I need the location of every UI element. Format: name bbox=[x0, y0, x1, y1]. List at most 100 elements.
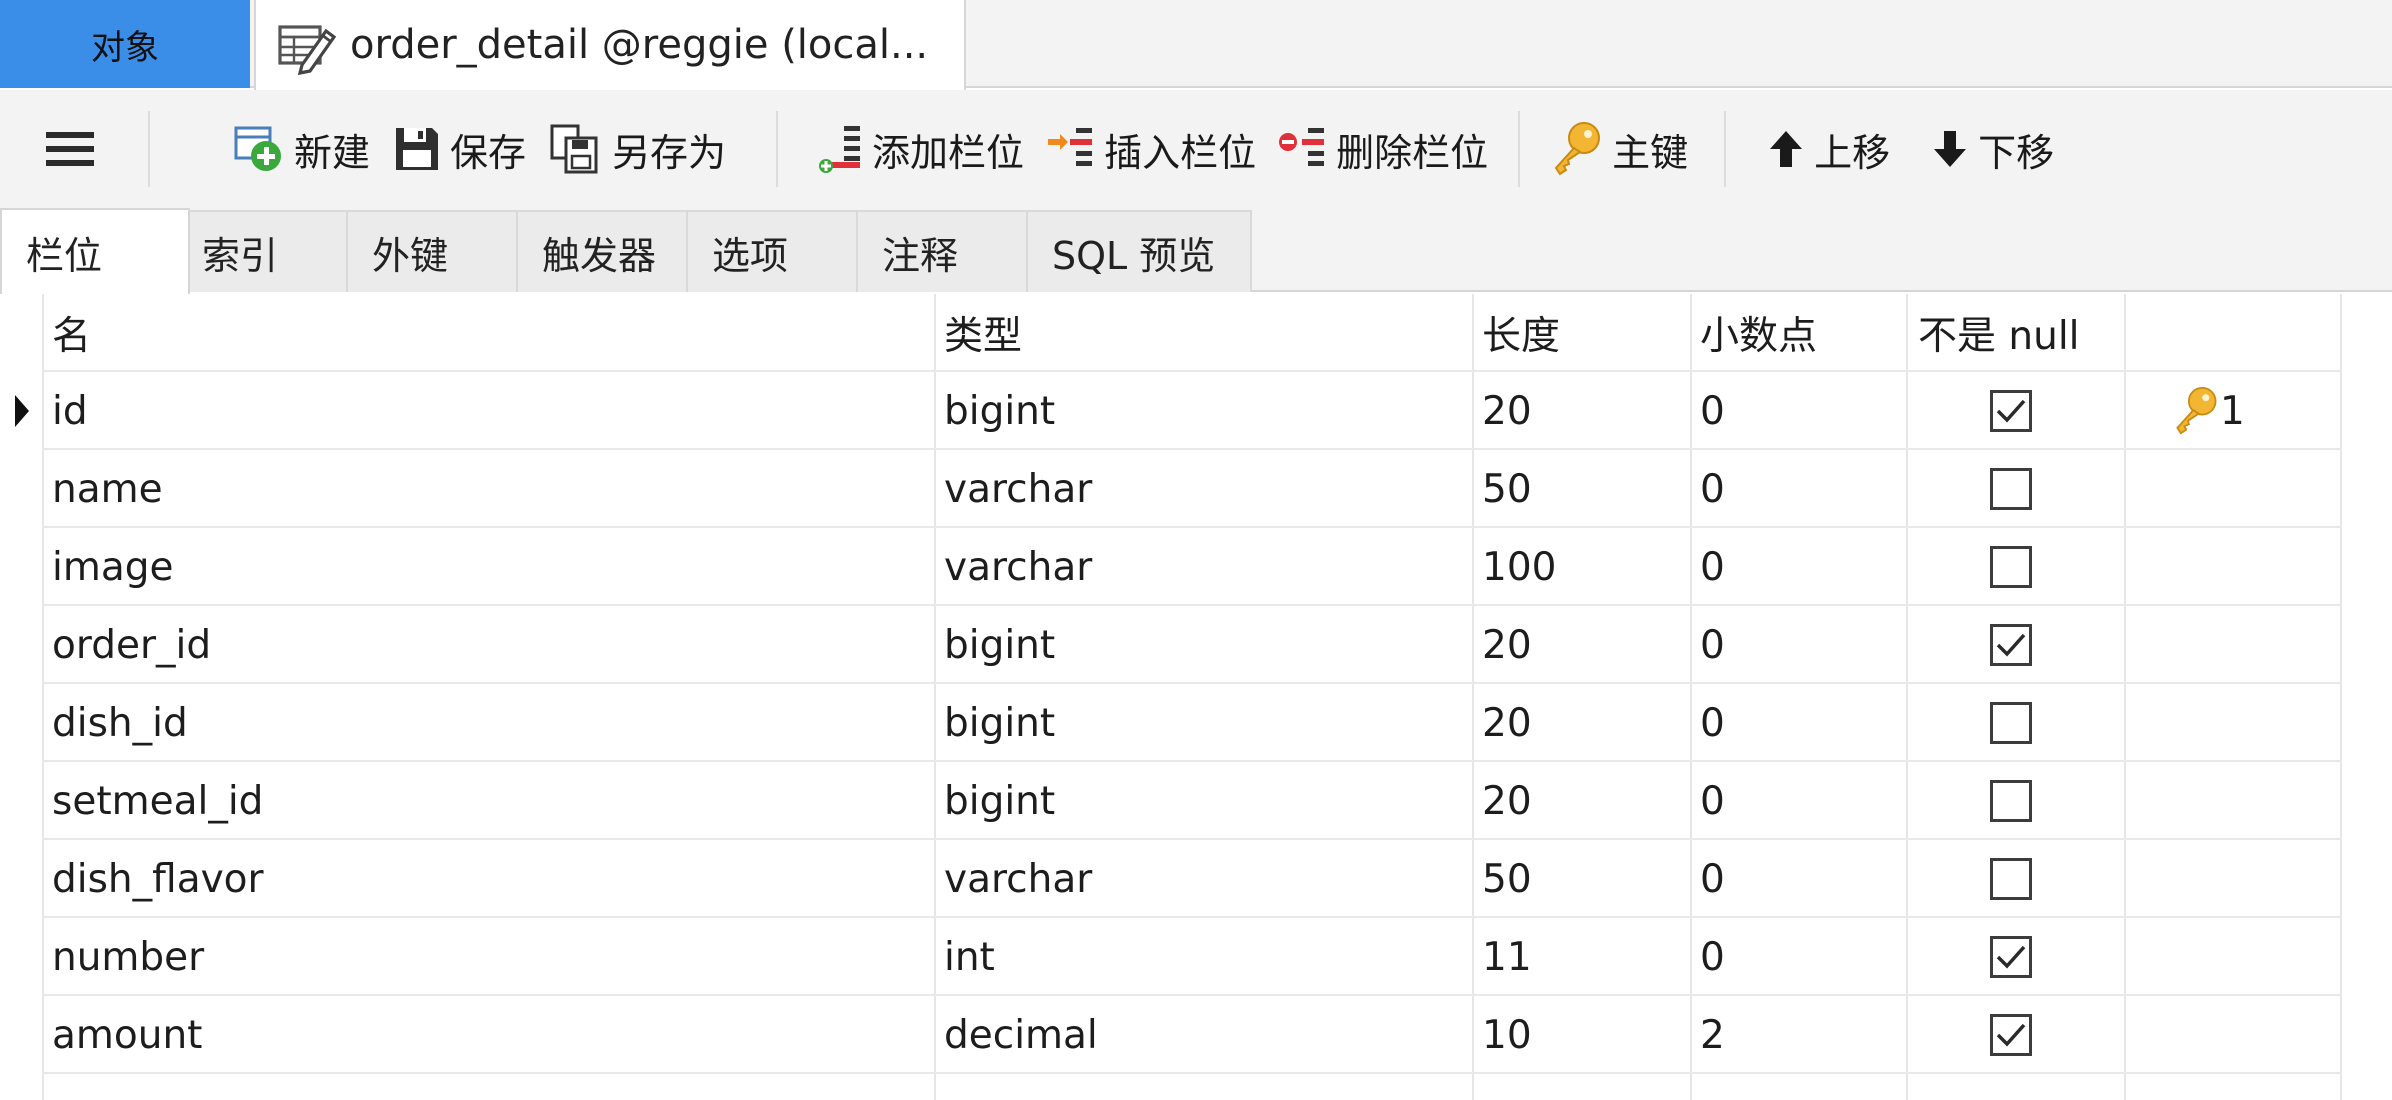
new-button[interactable]: 新建 bbox=[232, 109, 370, 189]
field-name-cell[interactable]: order_id bbox=[52, 606, 211, 684]
field-row[interactable]: setmeal_id bigint 20 0 bbox=[0, 762, 2392, 840]
subtab-triggers[interactable]: 触发器 bbox=[516, 210, 690, 292]
field-name-cell[interactable]: dish_id bbox=[52, 684, 188, 762]
current-row-arrow-icon bbox=[15, 395, 29, 427]
field-length-cell[interactable]: 11 bbox=[1482, 918, 1532, 996]
not-null-cell bbox=[1990, 996, 2032, 1074]
field-decimals-cell[interactable]: 0 bbox=[1700, 918, 1725, 996]
field-type-cell[interactable]: bigint bbox=[944, 762, 1055, 840]
field-length-cell[interactable]: 20 bbox=[1482, 606, 1532, 684]
not-null-checkbox[interactable] bbox=[1990, 390, 2032, 432]
field-length-cell[interactable]: 20 bbox=[1482, 684, 1532, 762]
tab-table-design[interactable]: order_detail @reggie (local... bbox=[254, 0, 966, 90]
field-row[interactable]: image varchar 100 0 bbox=[0, 528, 2392, 606]
field-name-cell[interactable]: amount bbox=[52, 996, 202, 1074]
field-name-cell[interactable]: name bbox=[52, 450, 163, 528]
field-decimals-cell[interactable]: 0 bbox=[1700, 450, 1725, 528]
field-name-cell[interactable]: image bbox=[52, 528, 173, 606]
add-field-button-label: 添加栏位 bbox=[872, 130, 1025, 175]
field-length-cell[interactable]: 100 bbox=[1482, 528, 1556, 606]
field-row[interactable]: order_id bigint 20 0 bbox=[0, 606, 2392, 684]
field-decimals-cell[interactable]: 0 bbox=[1700, 684, 1725, 762]
row-indicator bbox=[0, 606, 42, 684]
column-header-name[interactable]: 名 bbox=[52, 294, 91, 372]
field-length-cell[interactable]: 20 bbox=[1482, 372, 1532, 450]
subtab-foreign-keys[interactable]: 外键 bbox=[346, 210, 520, 292]
column-header-type[interactable]: 类型 bbox=[944, 294, 1022, 372]
field-length-cell[interactable]: 50 bbox=[1482, 450, 1532, 528]
field-decimals-cell[interactable]: 0 bbox=[1700, 840, 1725, 918]
field-type-cell[interactable]: int bbox=[944, 918, 995, 996]
move-down-button[interactable]: 下移 bbox=[1930, 109, 2054, 189]
field-type-cell[interactable]: bigint bbox=[944, 372, 1055, 450]
field-type-cell[interactable]: bigint bbox=[944, 684, 1055, 762]
not-null-checkbox[interactable] bbox=[1990, 936, 2032, 978]
subtab-indexes[interactable]: 索引 bbox=[176, 210, 350, 292]
field-decimals-cell[interactable]: 0 bbox=[1700, 606, 1725, 684]
not-null-checkbox[interactable] bbox=[1990, 624, 2032, 666]
window-tab-strip: 对象 order_detail @reggie (local... bbox=[0, 0, 2392, 90]
field-type-cell[interactable]: bigint bbox=[944, 606, 1055, 684]
field-type-cell[interactable]: decimal bbox=[944, 996, 1098, 1074]
checkmark-icon bbox=[1996, 399, 2026, 423]
field-name-cell[interactable]: setmeal_id bbox=[52, 762, 263, 840]
field-row[interactable]: name varchar 50 0 bbox=[0, 450, 2392, 528]
toolbar-separator bbox=[148, 111, 150, 187]
field-name-cell[interactable]: number bbox=[52, 918, 204, 996]
column-header-not-null[interactable]: 不是 null bbox=[1918, 294, 2080, 372]
field-decimals-cell[interactable]: 0 bbox=[1700, 528, 1725, 606]
field-row[interactable]: dish_flavor varchar 50 0 bbox=[0, 840, 2392, 918]
not-null-cell bbox=[1990, 684, 2032, 762]
field-row[interactable]: dish_id bigint 20 0 bbox=[0, 684, 2392, 762]
field-type-cell[interactable]: varchar bbox=[944, 450, 1092, 528]
menu-button[interactable] bbox=[0, 109, 148, 189]
field-type-cell[interactable]: varchar bbox=[944, 840, 1092, 918]
primary-key-button[interactable]: 主键 bbox=[1550, 109, 1688, 189]
tab-objects[interactable]: 对象 bbox=[0, 0, 250, 88]
field-length-cell[interactable]: 20 bbox=[1482, 762, 1532, 840]
delete-field-button[interactable]: 删除栏位 bbox=[1278, 109, 1488, 189]
field-decimals-cell[interactable]: 0 bbox=[1700, 762, 1725, 840]
column-header-length[interactable]: 长度 bbox=[1482, 294, 1560, 372]
field-type-cell[interactable]: varchar bbox=[944, 528, 1092, 606]
subtab-comment[interactable]: 注释 bbox=[856, 210, 1030, 292]
column-header-decimals[interactable]: 小数点 bbox=[1700, 294, 1817, 372]
arrow-up-icon bbox=[1770, 131, 1803, 167]
checkmark-icon bbox=[1996, 633, 2026, 657]
not-null-checkbox[interactable] bbox=[1990, 858, 2032, 900]
not-null-checkbox[interactable] bbox=[1990, 546, 2032, 588]
grid-row-divider bbox=[42, 1072, 2342, 1074]
field-decimals-cell[interactable]: 2 bbox=[1700, 996, 1725, 1074]
field-row[interactable]: amount decimal 10 2 bbox=[0, 996, 2392, 1074]
field-name-cell[interactable]: dish_flavor bbox=[52, 840, 264, 918]
save-button[interactable]: 保存 bbox=[392, 109, 526, 189]
delete-field-button-label: 删除栏位 bbox=[1336, 130, 1489, 175]
key-cell[interactable]: 1 bbox=[2172, 372, 2245, 450]
not-null-checkbox[interactable] bbox=[1990, 1014, 2032, 1056]
field-length-cell[interactable]: 10 bbox=[1482, 996, 1532, 1074]
delete-field-icon bbox=[1279, 128, 1325, 166]
key-icon bbox=[1554, 122, 1601, 176]
subtab-options[interactable]: 选项 bbox=[686, 210, 860, 292]
field-row[interactable]: number int 11 0 bbox=[0, 918, 2392, 996]
toolbar-separator bbox=[1518, 111, 1521, 187]
subtab-fields-label: 栏位 bbox=[26, 233, 103, 278]
save-button-label: 保存 bbox=[450, 130, 527, 175]
field-length-cell[interactable]: 50 bbox=[1482, 840, 1532, 918]
subtab-fields[interactable]: 栏位 bbox=[0, 208, 190, 294]
not-null-checkbox[interactable] bbox=[1990, 780, 2032, 822]
save-as-button[interactable]: 另存为 bbox=[548, 109, 726, 189]
row-indicator bbox=[0, 684, 42, 762]
field-name-cell[interactable]: id bbox=[52, 372, 88, 450]
not-null-checkbox[interactable] bbox=[1990, 468, 2032, 510]
add-field-button[interactable]: 添加栏位 bbox=[818, 109, 1024, 189]
subtab-sql-preview[interactable]: SQL 预览 bbox=[1026, 210, 1252, 292]
insert-field-button[interactable]: 插入栏位 bbox=[1046, 109, 1256, 189]
tab-objects-label: 对象 bbox=[91, 27, 159, 68]
not-null-checkbox[interactable] bbox=[1990, 702, 2032, 744]
grid-header-row: 名 类型 长度 小数点 不是 null bbox=[0, 294, 2392, 372]
field-decimals-cell[interactable]: 0 bbox=[1700, 372, 1725, 450]
tab-table-design-label: order_detail @reggie (local... bbox=[350, 22, 929, 68]
field-row[interactable]: id bigint 20 0 1 bbox=[0, 372, 2392, 450]
move-up-button[interactable]: 上移 bbox=[1766, 109, 1890, 189]
